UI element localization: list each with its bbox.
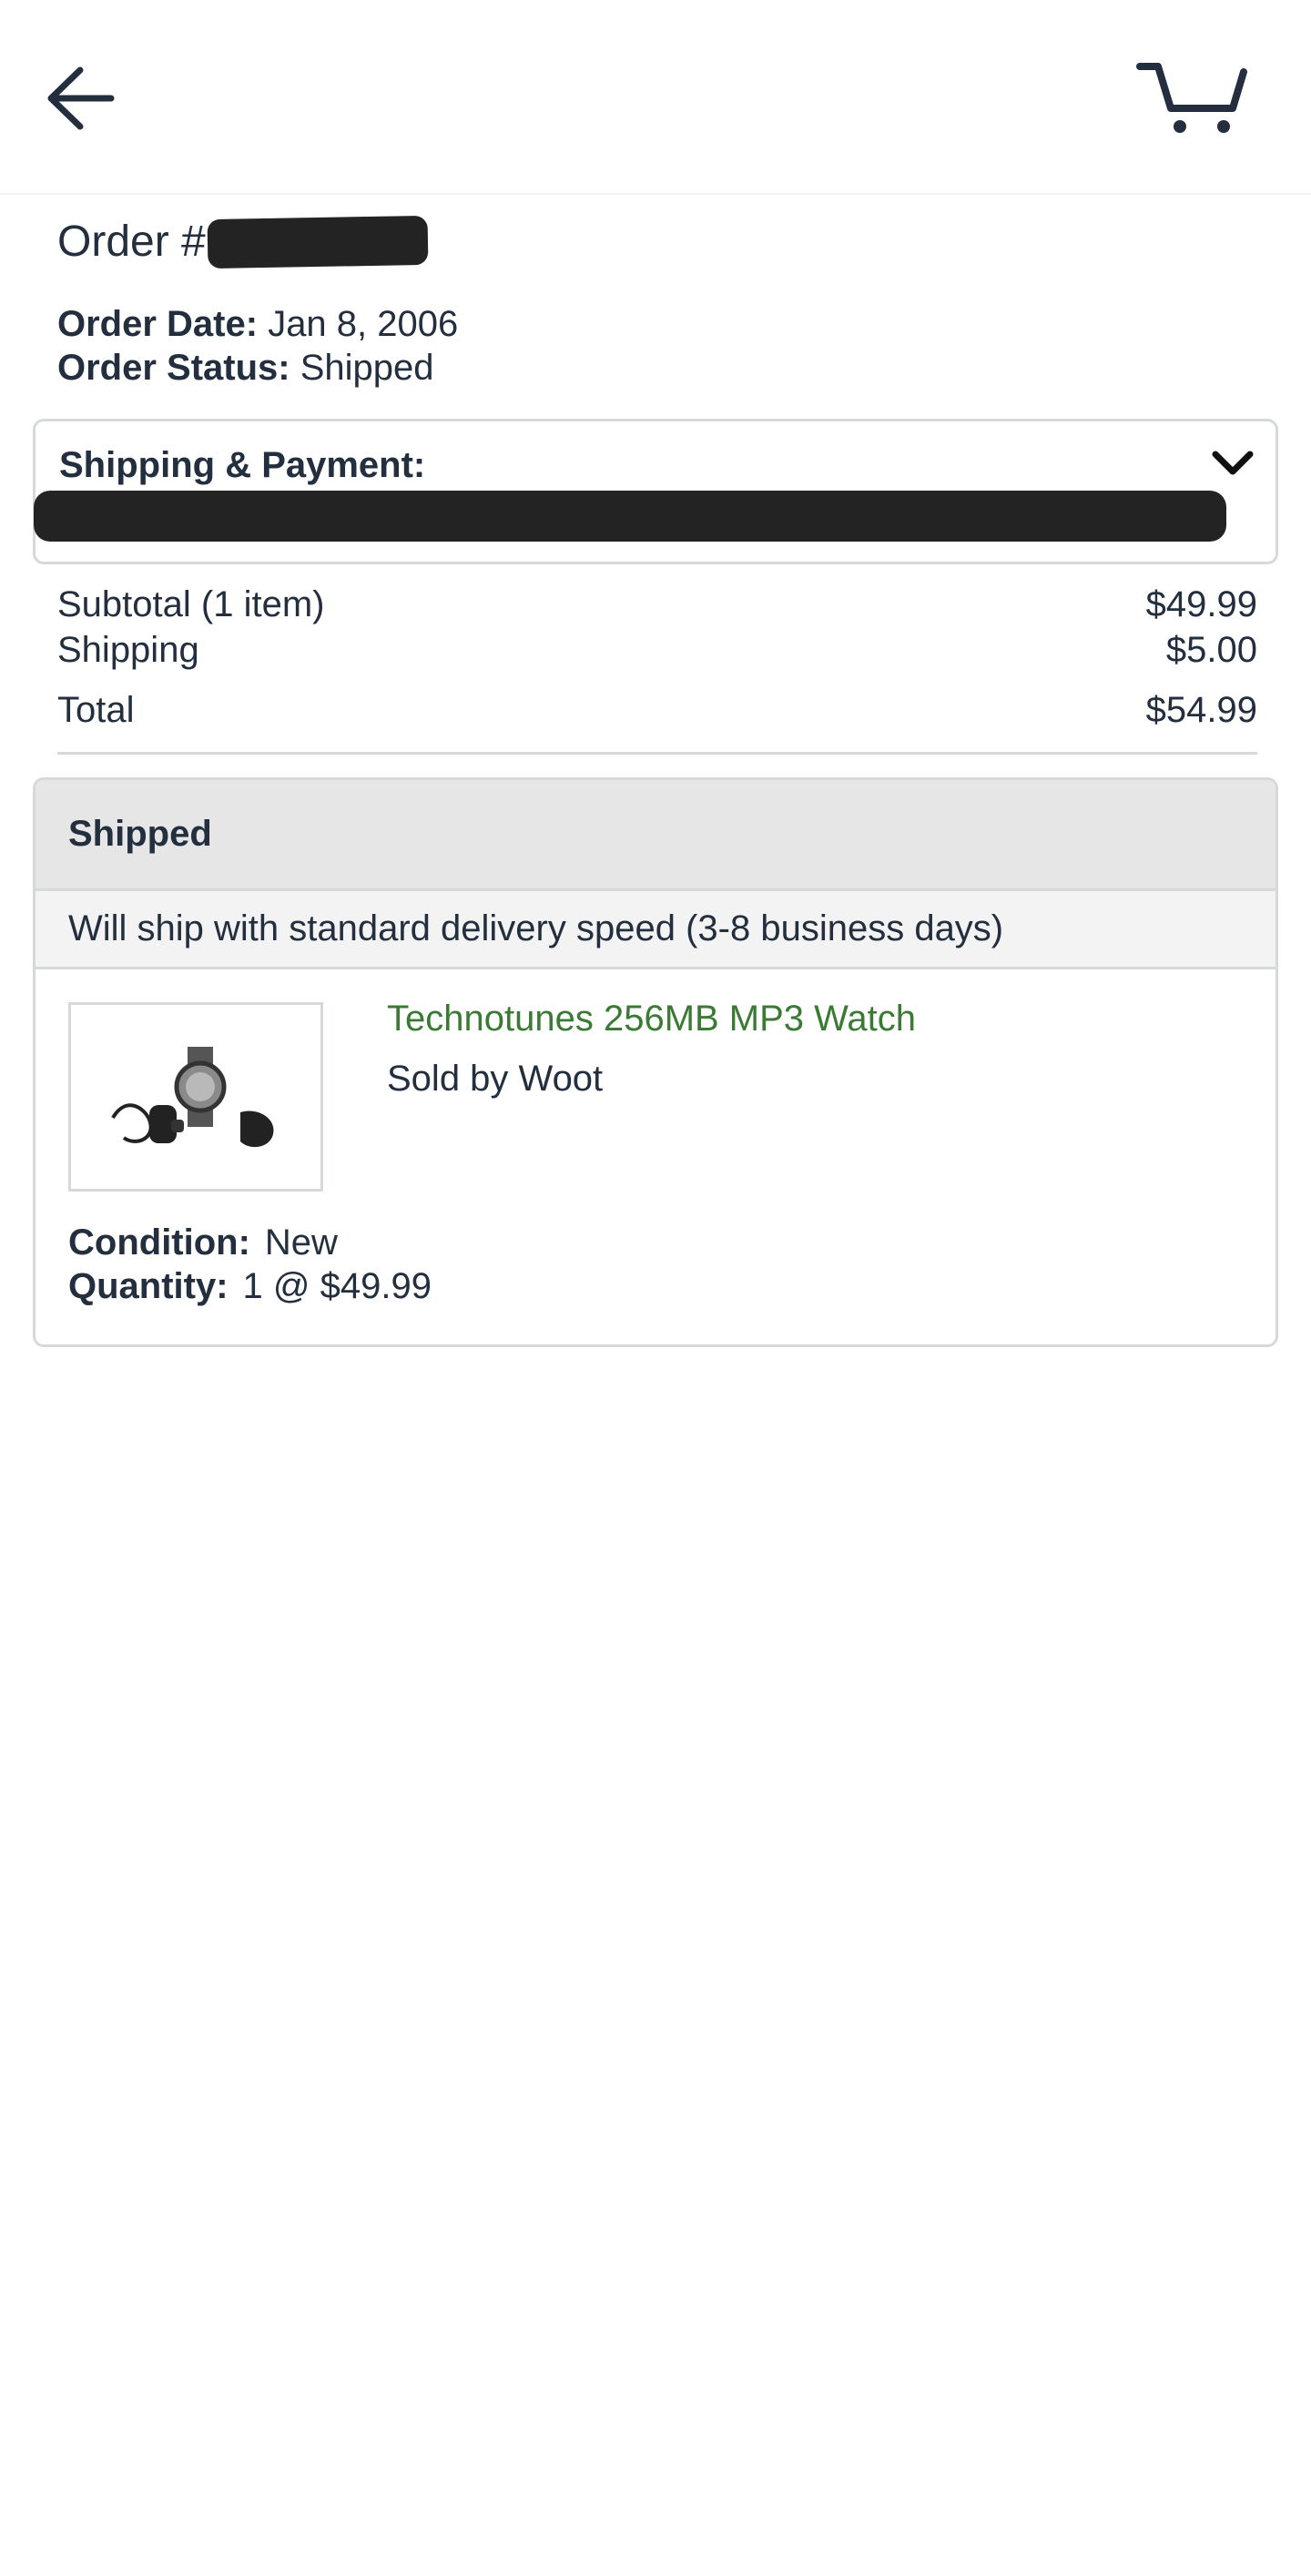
order-date: Order Date: Jan 8, 2006	[57, 304, 458, 345]
subtotal-label: Subtotal (1 item)	[57, 584, 325, 624]
condition-value: New	[264, 1222, 338, 1263]
order-item: Technotunes 256MB MP3 Watch Sold by Woot…	[36, 969, 1275, 1344]
redacted-shipping-payment-details	[34, 491, 1226, 542]
shipping-payment-section[interactable]: Shipping & Payment:	[33, 419, 1278, 564]
quantity-value: 1 @ $49.99	[242, 1266, 432, 1306]
order-number-label: Order #	[57, 218, 206, 266]
shipping-value: $5.00	[1165, 630, 1257, 670]
cart-icon	[1136, 63, 1247, 133]
order-date-value: Jan 8, 2006	[268, 304, 459, 344]
mp3-watch-image	[111, 1047, 274, 1148]
order-status: Order Status: Shipped	[57, 348, 434, 389]
arrow-left-icon	[47, 66, 115, 130]
shipment-status-header: Shipped	[36, 780, 1275, 891]
shipping-row: Shipping $5.00	[57, 630, 1257, 671]
order-status-label: Order Status:	[57, 348, 290, 388]
shipping-payment-label: Shipping & Payment:	[59, 445, 426, 485]
quantity-label: Quantity:	[68, 1266, 229, 1306]
item-condition: Condition: New	[68, 1222, 338, 1263]
seller-name: Sold by Woot	[387, 1059, 604, 1099]
delivery-speed-note: Will ship with standard delivery speed (…	[36, 891, 1275, 969]
cart-button[interactable]	[1129, 47, 1256, 147]
subtotal-row: Subtotal (1 item) $49.99	[57, 584, 1257, 625]
order-status-value: Shipped	[300, 348, 434, 388]
delivery-speed-text: Will ship with standard delivery speed (…	[68, 908, 1004, 948]
chevron-down-icon[interactable]	[1210, 445, 1255, 482]
shipping-label: Shipping	[57, 630, 199, 670]
total-label: Total	[57, 690, 135, 730]
product-image[interactable]	[68, 1002, 323, 1192]
top-app-bar	[0, 0, 1311, 195]
back-button[interactable]	[36, 55, 124, 142]
redacted-order-id	[207, 215, 429, 269]
shipment-status: Shipped	[68, 814, 212, 854]
shipment-card: Shipped Will ship with standard delivery…	[33, 777, 1278, 1347]
subtotal-value: $49.99	[1145, 584, 1257, 624]
item-quantity: Quantity: 1 @ $49.99	[68, 1266, 432, 1307]
product-title-link[interactable]: Technotunes 256MB MP3 Watch	[387, 999, 916, 1040]
divider	[57, 752, 1257, 755]
order-number: Order #	[57, 215, 429, 269]
condition-label: Condition:	[68, 1222, 250, 1263]
order-date-label: Order Date:	[57, 304, 259, 344]
total-row: Total $54.99	[57, 690, 1257, 731]
total-value: $54.99	[1145, 690, 1257, 730]
